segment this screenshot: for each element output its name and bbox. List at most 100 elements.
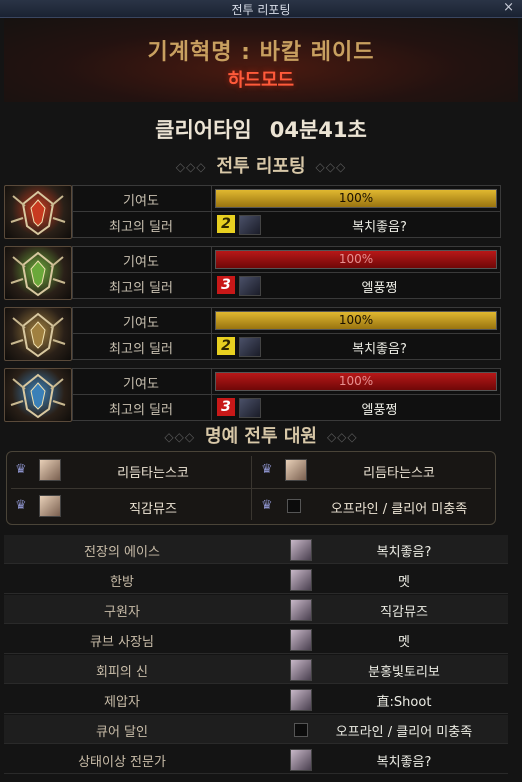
diamond-ornament-icon: ◇◇◇ bbox=[326, 430, 358, 444]
divider bbox=[211, 273, 212, 298]
divider bbox=[11, 488, 491, 489]
top-dealer-name[interactable]: 복치좋음? bbox=[263, 338, 496, 357]
contribution-label: 기여도 bbox=[123, 194, 159, 209]
window-titlebar: 전투 리포팅 × bbox=[0, 0, 522, 18]
close-icon[interactable]: × bbox=[503, 0, 514, 15]
top-dealer-label: 최고의 딜러 bbox=[109, 281, 173, 296]
honor-member[interactable]: ♛ 리듬타는스코 bbox=[7, 454, 247, 486]
contribution-bar: 100% bbox=[215, 372, 497, 391]
title-award-row: 제압자 直:Shoot bbox=[4, 685, 508, 714]
crown-icon: ♛ bbox=[15, 498, 27, 513]
divider bbox=[211, 308, 212, 333]
divider bbox=[211, 212, 212, 237]
honor-member-name: 리듬타는스코 bbox=[363, 466, 435, 481]
clear-time-value: 04분41초 bbox=[269, 118, 367, 142]
title-award-name[interactable]: 복치좋음? bbox=[314, 751, 494, 770]
contribution-bar: 100% bbox=[215, 250, 497, 269]
top-dealer-row: 최고의 딜러 3 엘풍쩡 bbox=[72, 394, 501, 421]
character-avatar bbox=[239, 337, 261, 357]
honor-member-name: 직감뮤즈 bbox=[129, 502, 177, 517]
contribution-bar: 100% bbox=[215, 189, 497, 208]
party-number-badge: 3 bbox=[217, 276, 235, 294]
contribution-label: 기여도 bbox=[123, 255, 159, 270]
top-dealer-row: 최고의 딜러 2 복치좋음? bbox=[72, 211, 501, 238]
honor-member[interactable]: ♛ 직감뮤즈 bbox=[7, 490, 247, 522]
character-avatar bbox=[290, 539, 312, 561]
contribution-percent: 100% bbox=[338, 374, 374, 388]
top-dealer-row: 최고의 딜러 3 엘풍쩡 bbox=[72, 272, 501, 299]
title-award-row: 상태이상 전문가 복치좋음? bbox=[4, 745, 508, 774]
character-avatar bbox=[290, 749, 312, 771]
title-award-name[interactable]: 분홍빛토리보 bbox=[314, 661, 494, 680]
contribution-label: 기여도 bbox=[123, 316, 159, 331]
character-avatar bbox=[290, 569, 312, 591]
title-award-label: 전장의 에이스 bbox=[84, 545, 160, 560]
top-dealer-name[interactable]: 엘풍쩡 bbox=[263, 277, 496, 296]
honor-member[interactable]: ♛ 오프라인 / 클리어 미충족 bbox=[253, 490, 493, 522]
title-award-row: 큐어 달인 오프라인 / 클리어 미충족 bbox=[4, 715, 508, 744]
report-title-text: 전투 리포팅 bbox=[216, 156, 306, 177]
honor-member-name: 오프라인 / 클리어 미충족 bbox=[330, 502, 468, 517]
title-award-label: 큐브 사장님 bbox=[90, 635, 154, 650]
character-avatar bbox=[285, 459, 307, 481]
title-award-name[interactable]: 멧 bbox=[314, 631, 494, 650]
honor-members-panel: ♛ 리듬타는스코 ♛ 리듬타는스코 ♛ 직감뮤즈 ♛ 오프라인 / 클리어 미충족 bbox=[6, 451, 496, 525]
honor-member[interactable]: ♛ 리듬타는스코 bbox=[253, 454, 493, 486]
contribution-percent: 100% bbox=[338, 252, 374, 266]
contribution-bar: 100% bbox=[215, 311, 497, 330]
diamond-ornament-icon: ◇◇◇ bbox=[315, 160, 347, 174]
party-number-badge: 3 bbox=[217, 398, 235, 416]
divider bbox=[211, 186, 212, 211]
title-award-name[interactable]: 멧 bbox=[314, 571, 494, 590]
character-avatar bbox=[290, 659, 312, 681]
honor-title-text: 명예 전투 대원 bbox=[205, 426, 317, 447]
contribution-label: 기여도 bbox=[123, 377, 159, 392]
divider bbox=[211, 247, 212, 272]
title-award-name[interactable]: 直:Shoot bbox=[314, 691, 494, 710]
green-dragon-emblem bbox=[4, 246, 72, 300]
character-avatar bbox=[39, 459, 61, 481]
dungeon-header: 기계혁명 : 바칼 레이드 하드모드 bbox=[4, 18, 518, 102]
divider bbox=[211, 334, 212, 359]
title-award-row: 전장의 에이스 복치좋음? bbox=[4, 535, 508, 564]
clear-time-label: 클리어타임 bbox=[155, 118, 252, 142]
empty-slot-icon bbox=[294, 723, 308, 737]
divider bbox=[211, 395, 212, 420]
top-dealer-label: 최고의 딜러 bbox=[109, 342, 173, 357]
title-award-name[interactable]: 직감뮤즈 bbox=[314, 601, 494, 620]
contribution-row: 기여도 100% bbox=[72, 246, 501, 273]
clear-time: 클리어타임 04분41초 bbox=[0, 114, 522, 144]
crown-icon: ♛ bbox=[261, 498, 273, 513]
top-dealer-label: 최고의 딜러 bbox=[109, 403, 173, 418]
title-award-label: 구원자 bbox=[104, 605, 140, 620]
title-award-name[interactable]: 오프라인 / 클리어 미충족 bbox=[314, 721, 494, 740]
report-section-title: ◇◇◇ 전투 리포팅 ◇◇◇ bbox=[0, 152, 522, 178]
crown-icon: ♛ bbox=[15, 462, 27, 477]
honor-section-title: ◇◇◇ 명예 전투 대원 ◇◇◇ bbox=[0, 422, 522, 448]
title-award-label: 큐어 달인 bbox=[96, 725, 148, 740]
contribution-row: 기여도 100% bbox=[72, 307, 501, 334]
blue-dragon-emblem bbox=[4, 368, 72, 422]
top-dealer-name[interactable]: 복치좋음? bbox=[263, 216, 496, 235]
title-award-name[interactable]: 복치좋음? bbox=[314, 541, 494, 560]
crown-icon: ♛ bbox=[261, 462, 273, 477]
title-award-row: 구원자 직감뮤즈 bbox=[4, 595, 508, 624]
top-dealer-row: 최고의 딜러 2 복치좋음? bbox=[72, 333, 501, 360]
gold-dragon-emblem bbox=[4, 307, 72, 361]
title-award-label: 상태이상 전문가 bbox=[78, 755, 166, 770]
divider bbox=[211, 369, 212, 394]
contribution-percent: 100% bbox=[338, 191, 374, 205]
party-number-badge: 2 bbox=[217, 215, 235, 233]
contribution-row: 기여도 100% bbox=[72, 368, 501, 395]
contribution-percent: 100% bbox=[338, 313, 374, 327]
dungeon-name: 기계혁명 : 바칼 레이드 bbox=[147, 40, 375, 65]
character-avatar bbox=[290, 689, 312, 711]
character-avatar bbox=[239, 215, 261, 235]
party-number-badge: 2 bbox=[217, 337, 235, 355]
character-avatar bbox=[290, 599, 312, 621]
red-dragon-emblem bbox=[4, 185, 72, 239]
team-report: 기여도 100% 최고의 딜러 3 엘풍쩡 bbox=[4, 244, 501, 300]
top-dealer-name[interactable]: 엘풍쩡 bbox=[263, 399, 496, 418]
title-award-row: 큐브 사장님 멧 bbox=[4, 625, 508, 654]
character-avatar bbox=[239, 398, 261, 418]
